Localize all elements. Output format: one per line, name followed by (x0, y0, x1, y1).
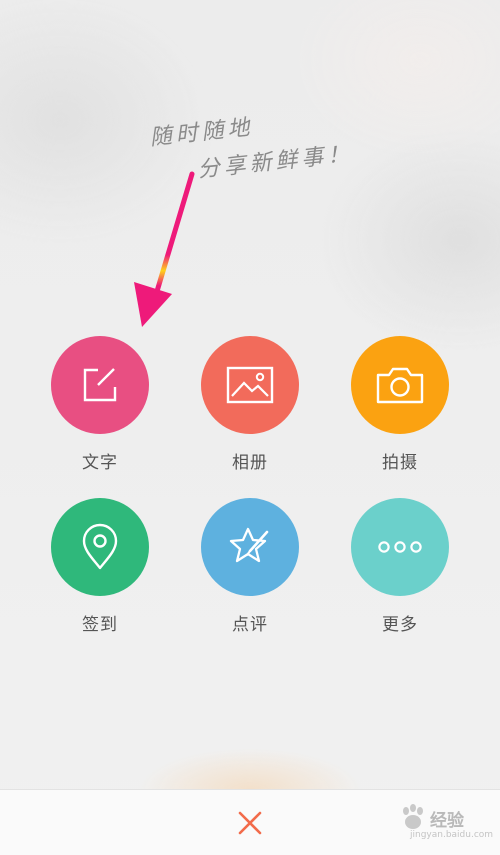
close-button[interactable] (225, 798, 275, 848)
watermark-url: jingyan.baidu.com (410, 830, 494, 840)
slogan-line-1: 随时随地 (148, 115, 255, 151)
action-checkin-label: 签到 (82, 615, 118, 635)
watermark-text: 经验 (430, 811, 464, 831)
action-more-label: 更多 (382, 615, 418, 635)
action-album-button[interactable] (201, 336, 299, 434)
annotation-arrow-icon (134, 171, 195, 327)
action-album-label: 相册 (232, 453, 268, 473)
action-review-button[interactable] (201, 498, 299, 596)
close-icon (238, 811, 262, 835)
action-text[interactable]: 文字 (40, 336, 160, 473)
image-icon (226, 366, 274, 404)
action-camera-button[interactable] (351, 336, 449, 434)
location-pin-icon (82, 523, 118, 570)
action-more-button[interactable] (351, 498, 449, 596)
action-text-label: 文字 (82, 453, 118, 473)
more-dots-icon (378, 541, 422, 553)
action-camera[interactable]: 拍摄 (340, 336, 460, 473)
star-pen-icon (229, 527, 269, 563)
action-checkin[interactable]: 签到 (40, 498, 160, 635)
action-review[interactable]: 点评 (190, 498, 310, 635)
action-text-button[interactable] (51, 336, 149, 434)
camera-icon (376, 367, 424, 404)
action-camera-label: 拍摄 (382, 453, 418, 473)
action-review-label: 点评 (232, 615, 268, 635)
action-album[interactable]: 相册 (190, 336, 310, 473)
action-checkin-button[interactable] (51, 498, 149, 596)
action-more[interactable]: 更多 (340, 498, 460, 635)
paw-logo-icon (403, 804, 423, 829)
watermark: 经验 jingyan.baidu.com (396, 804, 493, 844)
edit-icon (83, 368, 117, 402)
